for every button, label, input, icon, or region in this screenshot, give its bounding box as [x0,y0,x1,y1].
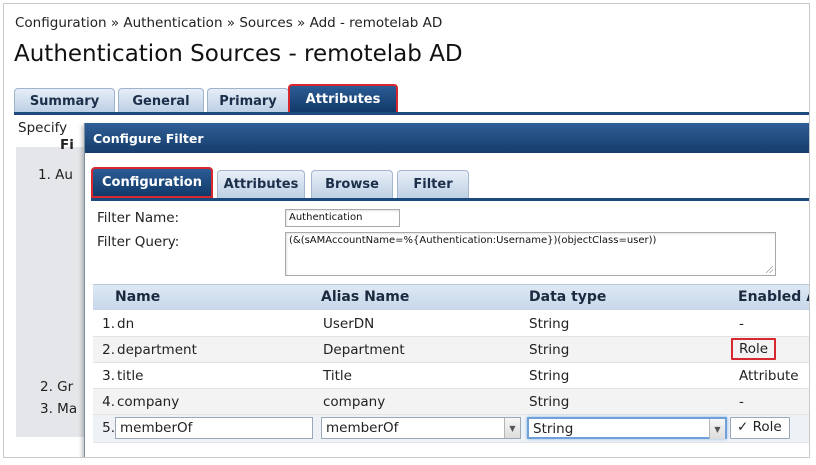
enabled-as: Attribute [739,368,799,384]
page-title: Authentication Sources - remotelab AD [14,41,463,67]
tab-filter[interactable]: Filter [397,170,469,198]
filter-query-label: Filter Query: [97,234,180,250]
screen-frame: Configuration » Authentication » Sources… [3,3,810,458]
configure-filter-dialog: Configure Filter Configuration Attribute… [84,123,809,457]
row-index: 3. [102,368,115,384]
table-row[interactable]: 1. dn UserDN String - [93,311,809,337]
attributes-table-header: Name Alias Name Data type Enabled A [93,284,809,310]
tab-summary[interactable]: Summary [14,88,115,114]
column-header-enabled[interactable]: Enabled A [738,289,809,305]
column-header-name[interactable]: Name [115,289,160,305]
resize-grip-icon[interactable] [766,266,773,273]
filter-name-input[interactable]: Authentication [285,209,400,227]
data-type: String [529,342,570,358]
enabled-as: - [739,394,744,410]
filter-name-label: Filter Name: [97,210,180,226]
alias-name: Department [323,342,405,358]
chevron-down-icon[interactable]: ▼ [504,418,520,438]
enabled-as: - [739,316,744,332]
tab-attributes[interactable]: Attributes [288,84,398,114]
attribute-name: company [117,394,180,410]
filter-query-textarea[interactable]: (&(sAMAccountName=%{Authentication:Usern… [285,232,776,276]
background-column-header: Fi [60,137,74,153]
alias-name: company [323,394,386,410]
alias-name: UserDN [323,316,375,332]
data-type-select[interactable]: String ▼ [527,417,727,439]
row-index: 2. [102,342,115,358]
breadcrumb: Configuration » Authentication » Sources… [15,15,443,31]
row-index: 1. [102,316,115,332]
alias-name: Title [323,368,352,384]
table-row-editing[interactable]: 5. memberOf memberOf ▼ String ▼ ✓ Role [93,415,809,443]
data-type: String [529,394,570,410]
chevron-down-icon[interactable]: ▼ [709,419,725,439]
enabled-as-role-highlight: Role [731,338,777,360]
column-header-datatype[interactable]: Data type [529,289,606,305]
background-item-3[interactable]: 3. Ma [40,401,77,417]
alias-name-value: memberOf [326,420,399,436]
dialog-tab-underline [91,198,809,201]
table-row[interactable]: 3. title Title String Attribute [93,363,809,389]
dialog-tabs: Configuration Attributes Browse Filter [91,167,809,201]
row-index: 4. [102,394,115,410]
column-header-alias[interactable]: Alias Name [321,289,409,305]
data-type-value: String [533,421,574,437]
dialog-title: Configure Filter [85,123,809,153]
data-type: String [529,316,570,332]
tab-primary[interactable]: Primary [207,88,289,114]
background-item-1[interactable]: 1. Au [38,167,73,183]
background-item-2[interactable]: 2. Gr [40,379,73,395]
alias-name-select[interactable]: memberOf ▼ [321,417,521,439]
tab-dialog-attributes[interactable]: Attributes [217,170,305,198]
table-row[interactable]: 4. company company String - [93,389,809,415]
attribute-name-input[interactable]: memberOf [115,417,313,439]
attribute-name: department [117,342,197,358]
attribute-name: title [117,368,144,384]
tab-configuration[interactable]: Configuration [91,167,213,198]
row-index: 5. [102,420,115,436]
background-specify-text: Specify [18,120,68,136]
outer-tab-underline [14,112,809,115]
outer-tabs: Summary General Primary Attributes [14,84,809,114]
data-type: String [529,368,570,384]
tab-general[interactable]: General [118,88,204,114]
attribute-name: dn [117,316,135,332]
tab-browse[interactable]: Browse [311,170,393,198]
table-row[interactable]: 2. department Department String Role [93,337,809,363]
enabled-as-role-select[interactable]: ✓ Role [730,417,790,439]
filter-query-text: (&(sAMAccountName=%{Authentication:Usern… [289,235,657,246]
